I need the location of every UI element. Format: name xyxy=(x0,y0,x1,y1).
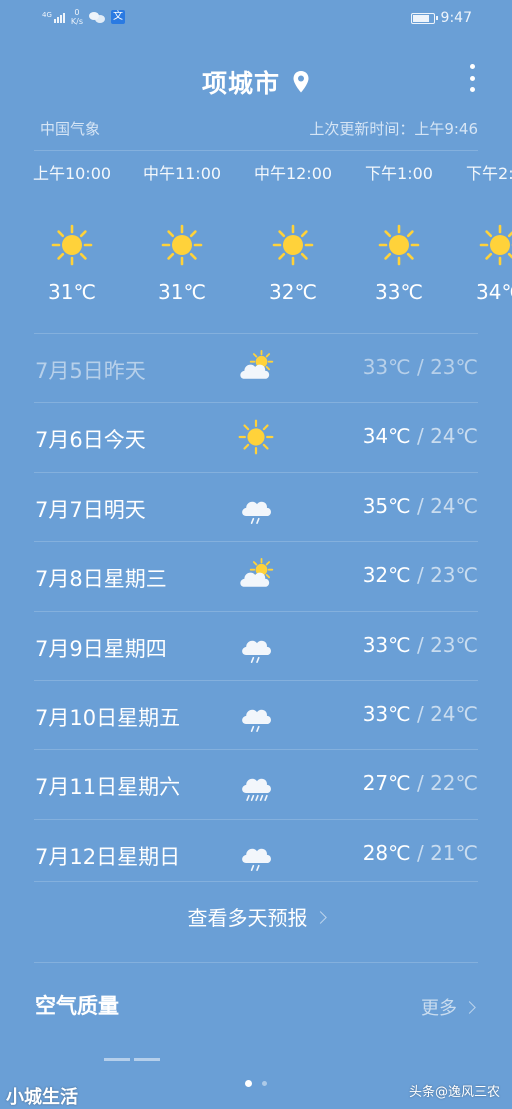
forecast-row[interactable]: 7月7日明天 35℃ / 24℃ xyxy=(34,471,478,541)
hour-item: 下午1:00 33℃ xyxy=(365,164,433,304)
forecast-temps: 35℃ / 24℃ xyxy=(362,493,478,518)
forecast-temps: 28℃ / 21℃ xyxy=(362,840,478,865)
light-rain-icon xyxy=(238,836,276,872)
forecast-date: 7月7日明天 xyxy=(35,497,146,522)
battery-icon xyxy=(410,12,438,24)
last-updated: 上次更新时间：上午9:46 xyxy=(309,120,478,138)
hour-item: 中午12:00 32℃ xyxy=(253,164,333,304)
clipped-text xyxy=(104,1052,188,1062)
more-vertical-icon[interactable] xyxy=(462,62,482,94)
chevron-right-icon xyxy=(463,1000,476,1014)
forecast-row[interactable]: 7月9日星期四 33℃ / 23℃ xyxy=(34,610,478,680)
chevron-right-icon xyxy=(313,911,327,924)
forecast-temps: 33℃ / 24℃ xyxy=(362,701,478,726)
forecast-temps: 34℃ / 24℃ xyxy=(362,424,478,449)
divider xyxy=(34,150,478,151)
forecast-date: 7月6日今天 xyxy=(35,428,146,453)
partly-cloudy-icon xyxy=(238,350,276,386)
forecast-row[interactable]: 7月11日星期六 27℃ / 22℃ xyxy=(34,749,478,818)
forecast-temps: 33℃ / 23℃ xyxy=(362,355,478,379)
data-source: 中国气象 xyxy=(40,120,101,138)
more-forecast-button[interactable]: 查看多天预报 xyxy=(0,902,512,931)
forecast-row[interactable]: 7月12日星期日 28℃ / 21℃ xyxy=(34,818,478,888)
forecast-date: 7月11日星期六 xyxy=(35,775,181,800)
air-quality-more-link[interactable]: 更多 xyxy=(421,994,476,1020)
forecast-temps: 32℃ / 23℃ xyxy=(362,563,478,588)
forecast-row[interactable]: 7月5日昨天 33℃ / 23℃ xyxy=(34,333,478,402)
clock: 9:47 xyxy=(440,10,472,26)
forecast-row[interactable]: 7月8日星期三 32℃ / 23℃ xyxy=(34,541,478,610)
sun-icon xyxy=(378,224,420,266)
forecast-date: 7月9日星期四 xyxy=(35,636,167,661)
forecast-row[interactable]: 7月6日今天 34℃ / 24℃ xyxy=(34,402,478,471)
location-pin-icon[interactable] xyxy=(292,70,310,94)
hourly-forecast[interactable]: 上午10:00 31℃ 中午11:00 31℃ 中午12:00 32℃ 下午1:… xyxy=(0,162,512,322)
watermark-left: 小城生活 xyxy=(6,1087,78,1108)
wechat-icon xyxy=(89,11,105,23)
partly-cloudy-icon xyxy=(238,558,276,594)
city-name[interactable]: 项城市 xyxy=(202,64,280,100)
forecast-temps: 33℃ / 23℃ xyxy=(362,632,478,657)
daily-forecast: 7月5日昨天 33℃ / 23℃ 7月6日今天 34℃ / 24℃ 7月7日明天… xyxy=(34,333,478,888)
air-quality-title: 空气质量 xyxy=(35,994,119,1018)
status-bar: 4G 0 K/s 文 9:47 xyxy=(0,0,512,38)
light-rain-icon xyxy=(238,489,276,525)
hour-item: 上午10:00 31℃ xyxy=(32,164,112,304)
light-rain-icon xyxy=(238,697,276,733)
sun-icon xyxy=(238,419,276,455)
page-dot-active xyxy=(245,1080,252,1087)
sun-icon xyxy=(479,224,512,266)
heavy-rain-icon xyxy=(238,766,276,802)
divider xyxy=(34,962,478,963)
network-speed: 0 K/s xyxy=(70,8,83,26)
forecast-temps: 27℃ / 22℃ xyxy=(362,771,478,796)
forecast-date: 7月12日星期日 xyxy=(35,844,181,869)
sun-icon xyxy=(272,224,314,266)
forecast-date: 7月5日昨天 xyxy=(35,359,146,383)
sun-icon xyxy=(161,224,203,266)
forecast-row[interactable]: 7月10日星期五 33℃ / 24℃ xyxy=(34,679,478,749)
watermark-right: 头条@逸风三农 xyxy=(408,1085,500,1100)
signal-icon: 4G xyxy=(42,11,65,23)
header: 项城市 xyxy=(0,58,512,102)
hour-item: 下午2:00 34℃ xyxy=(445,162,512,304)
sun-icon xyxy=(51,224,93,266)
forecast-date: 7月10日星期五 xyxy=(35,705,181,730)
translate-icon: 文 xyxy=(111,10,125,24)
light-rain-icon xyxy=(238,628,276,664)
page-dot xyxy=(262,1081,267,1086)
forecast-date: 7月8日星期三 xyxy=(35,567,167,592)
divider xyxy=(34,881,478,882)
hour-item: 中午11:00 31℃ xyxy=(142,164,222,304)
